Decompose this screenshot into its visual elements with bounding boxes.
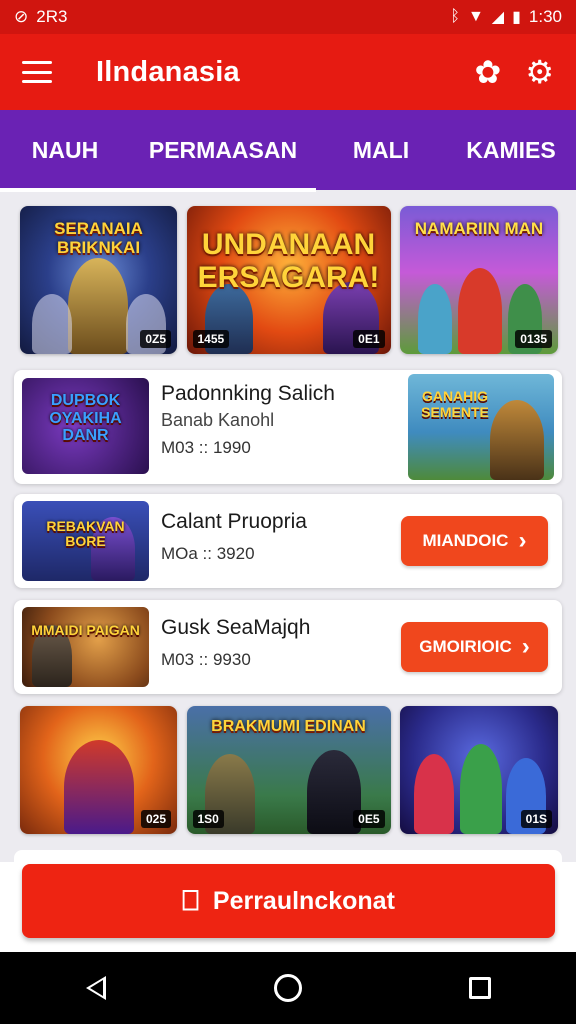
tab-bar: NAUH PERMAASAN MALI KAMIES	[0, 110, 576, 192]
status-bar: ⊘ 2R3 ᛒ ▼ ◢ ▮ 1:30	[0, 0, 576, 34]
cta-label: Perraulnckonat	[212, 886, 395, 915]
hamburger-menu-icon[interactable]	[22, 61, 52, 83]
status-time: 1:30	[528, 7, 562, 26]
game-tile[interactable]: SERANAIA BRIKNKAI 0Z5	[20, 206, 177, 354]
recent-square-icon	[469, 977, 491, 999]
nav-home-button[interactable]	[258, 958, 318, 1018]
nav-recent-button[interactable]	[450, 958, 510, 1018]
wifi-icon: ▼	[467, 8, 484, 25]
circle-record-icon: ⊘	[14, 7, 29, 26]
game-tile[interactable]: 025	[20, 706, 177, 834]
card-subtitle: Banab Kanohl	[161, 410, 275, 430]
game-list-card[interactable]: DUPBOK OYAKIHA DANR Padonnking Salich Ba…	[14, 370, 562, 484]
bookmark-icon: ⎕	[182, 884, 199, 916]
game-tile[interactable]: NAMARIIN MAN 0135	[400, 206, 558, 354]
tile-badge: 0E1	[353, 330, 385, 348]
download-button-label: GMOIRIOIC	[419, 637, 512, 656]
tile-title: BRAKMUMI EDINAN	[211, 718, 366, 735]
content-area: SERANAIA BRIKNKAI 0Z5 UNDANAAN ERSAGARA!…	[0, 192, 576, 862]
download-button[interactable]: MIANDOIC ›	[401, 516, 548, 566]
card-thumb-text: MMAIDI PAIGAN	[31, 622, 140, 638]
status-left: ⊘ 2R3	[14, 7, 67, 27]
card-meta: MOa :: 3920	[161, 544, 255, 563]
card-side-image: GANAHIG SEMENTE	[408, 374, 554, 480]
chevron-right-icon: ›	[518, 527, 527, 554]
tile-row-top: SERANAIA BRIKNKAI 0Z5 UNDANAAN ERSAGARA!…	[20, 206, 558, 354]
tile-badge: 1455	[192, 330, 230, 348]
app-bar: Ilndanasia ✿ ⚙	[0, 34, 576, 110]
gear-outline-icon[interactable]: ✿	[475, 56, 502, 88]
tile-row-bottom: 025 BRAKMUMI EDINAN 1S0 0E5 01S	[20, 706, 558, 834]
game-tile[interactable]: UNDANAAN ERSAGARA! 1455 0E1	[186, 206, 391, 354]
battery-icon: ▮	[512, 9, 521, 26]
tab-mali[interactable]: MALI	[316, 110, 446, 190]
card-title: Padonnking Salich	[161, 382, 335, 405]
card-thumbnail: DUPBOK OYAKIHA DANR	[22, 378, 149, 474]
card-thumb-text: DUPBOK OYAKIHA DANR	[49, 392, 122, 445]
game-tile[interactable]: BRAKMUMI EDINAN 1S0 0E5	[186, 706, 391, 834]
signal-icon: ◢	[491, 9, 505, 26]
tile-badge: 01S	[520, 810, 552, 828]
nav-back-button[interactable]	[66, 958, 126, 1018]
download-button-label: MIANDOIC	[422, 531, 509, 550]
card-title: Gusk SeaMajqh	[161, 616, 311, 639]
tile-title: SERANAIA BRIKNKAI	[54, 219, 143, 257]
game-tile[interactable]: 01S	[400, 706, 558, 834]
card-meta: M03 :: 1990	[161, 438, 251, 457]
tab-nauh[interactable]: NAUH	[0, 110, 130, 190]
download-button[interactable]: GMOIRIOIC ›	[401, 622, 548, 672]
card-thumbnail: REBAKVAN BORE	[22, 501, 149, 581]
tab-kamies[interactable]: KAMIES	[446, 110, 576, 190]
status-left-text: 2R3	[36, 7, 68, 26]
card-thumb-text: REBAKVAN BORE	[46, 518, 125, 550]
card-meta: M03 :: 9930	[161, 650, 251, 669]
card-thumbnail: MMAIDI PAIGAN	[22, 607, 149, 687]
primary-cta-button[interactable]: ⎕ Perraulnckonat	[22, 864, 555, 938]
tab-permaasan[interactable]: PERMAASAN	[130, 110, 316, 190]
game-list-card[interactable]: MMAIDI PAIGAN Gusk SeaMajqh M03 :: 9930 …	[14, 600, 562, 694]
bottom-panel: ⎕ Perraulnckonat	[0, 862, 576, 952]
tile-badge: 0Z5	[140, 330, 171, 348]
card-side-text: GANAHIG SEMENTE	[421, 388, 489, 420]
card-title: Calant Pruopria	[161, 510, 307, 533]
home-circle-icon	[274, 974, 302, 1002]
tile-badge: 0135	[515, 330, 552, 348]
tile-badge: 1S0	[192, 810, 224, 828]
bluetooth-icon: ᛒ	[450, 8, 460, 25]
status-right: ᛒ ▼ ◢ ▮ 1:30	[450, 7, 562, 27]
tile-title: NAMARIIN MAN	[414, 219, 544, 238]
tile-badge: 0E5	[353, 810, 385, 828]
partial-list-card	[14, 850, 562, 862]
system-nav-bar	[0, 952, 576, 1024]
settings-gear-icon[interactable]: ⚙	[525, 56, 554, 88]
back-triangle-icon	[86, 976, 106, 1000]
tile-title: UNDANAAN ERSAGARA!	[197, 228, 380, 294]
tile-badge: 025	[140, 810, 171, 828]
chevron-right-icon: ›	[521, 633, 530, 660]
app-title: Ilndanasia	[96, 55, 240, 88]
game-list-card[interactable]: REBAKVAN BORE Calant Pruopria MOa :: 392…	[14, 494, 562, 588]
